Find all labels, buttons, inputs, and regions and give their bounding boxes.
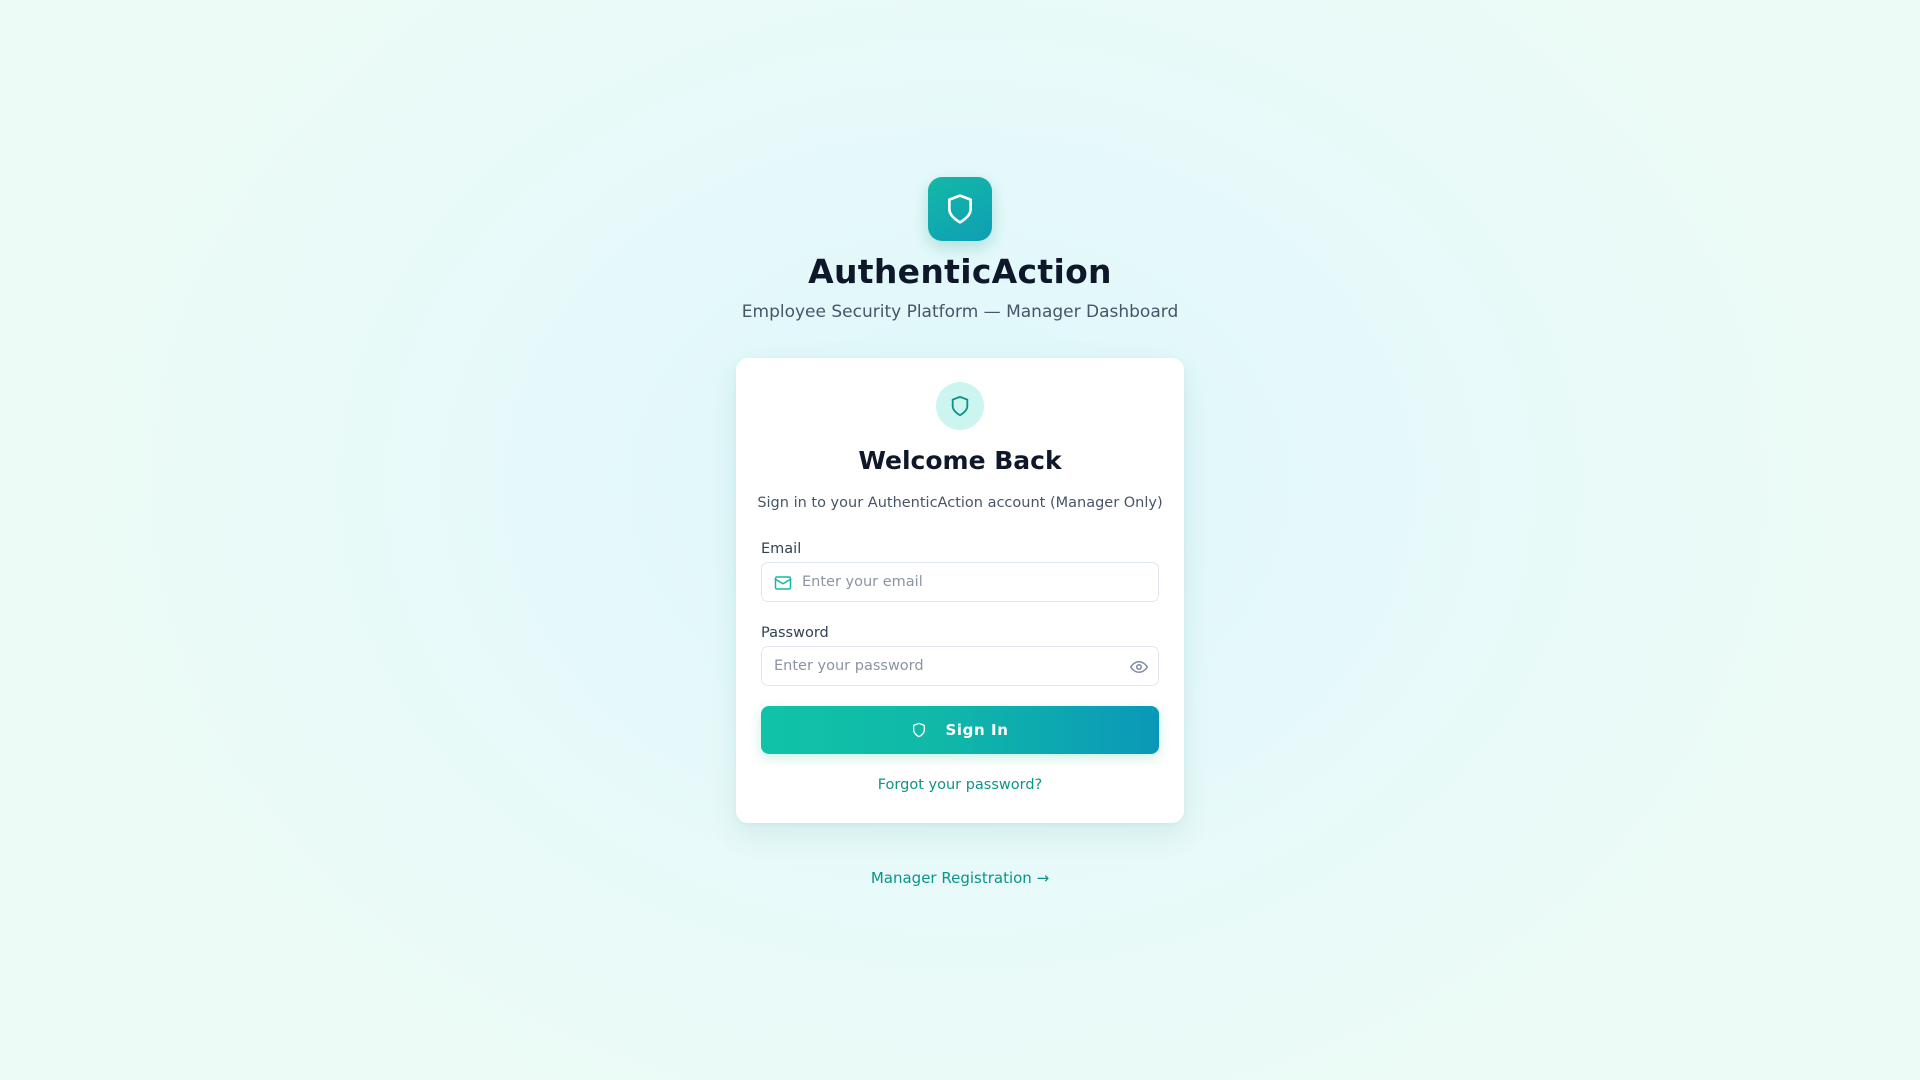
sign-in-button[interactable]: Sign In	[761, 706, 1159, 754]
login-card: Welcome Back Sign in to your AuthenticAc…	[736, 358, 1184, 823]
password-field-wrapper	[761, 646, 1159, 686]
forgot-password-link[interactable]: Forgot your password?	[736, 777, 1184, 793]
shield-icon	[951, 395, 969, 417]
password-input[interactable]	[774, 647, 1114, 685]
sign-in-label: Sign In	[945, 721, 1009, 739]
email-input[interactable]	[802, 563, 1152, 601]
card-subtitle: Sign in to your AuthenticAction account …	[757, 495, 1163, 511]
password-label: Password	[761, 625, 829, 641]
app-title: AuthenticAction	[808, 252, 1112, 291]
card-icon-badge	[936, 382, 984, 430]
shield-icon	[948, 194, 972, 224]
eye-icon[interactable]	[1130, 658, 1148, 676]
shield-icon	[913, 722, 926, 738]
email-field-wrapper	[761, 562, 1159, 602]
card-title: Welcome Back	[858, 446, 1062, 475]
email-label: Email	[761, 541, 802, 557]
app-subtitle: Employee Security Platform — Manager Das…	[741, 302, 1179, 322]
manager-registration-link[interactable]: Manager Registration →	[0, 869, 1920, 887]
brand-logo	[928, 177, 992, 241]
mail-icon	[774, 576, 792, 590]
